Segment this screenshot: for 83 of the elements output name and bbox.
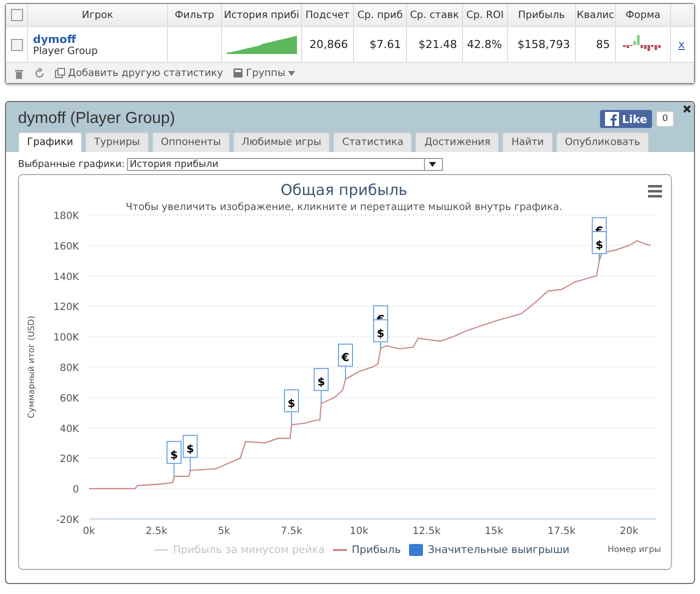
- facebook-icon: [605, 112, 619, 126]
- remove-link[interactable]: x: [678, 38, 685, 51]
- annotation: $: [170, 448, 178, 462]
- caret-icon: [428, 162, 436, 167]
- y-tick-label: 160K: [53, 241, 79, 252]
- annotation: $: [376, 326, 384, 340]
- tab[interactable]: Найти: [502, 132, 553, 152]
- legend-label: Прибыль: [352, 544, 401, 556]
- column-header[interactable]: Игрок: [28, 4, 168, 26]
- x-tick-label: 15k: [484, 526, 504, 537]
- column-header[interactable]: Прибыль: [508, 4, 576, 26]
- chart-subtitle: Чтобы увеличить изображение, кликните и перетащите мышкой внутрь графика.: [126, 202, 562, 213]
- x-axis-title: Номер игры: [608, 545, 662, 555]
- y-tick-label: 60K: [60, 393, 79, 404]
- add-stat-button[interactable]: Добавить другую статистику: [55, 68, 224, 78]
- tab[interactable]: Оппоненты: [152, 132, 230, 152]
- like-count: 0: [656, 111, 674, 127]
- table-cell: $21.48: [407, 27, 463, 62]
- close-icon[interactable]: [683, 105, 691, 113]
- caret-icon: [288, 70, 296, 76]
- line-swatch-icon: [154, 546, 168, 554]
- y-tick-label: 120K: [53, 302, 79, 314]
- legend-item[interactable]: Прибыль: [332, 544, 401, 556]
- table-cell: 85: [576, 27, 616, 62]
- line-swatch-icon: [332, 546, 347, 554]
- y-tick-label: 0: [72, 484, 79, 496]
- annotation: €: [340, 351, 350, 364]
- table-cell: 20,866: [302, 27, 354, 62]
- y-tick-label: 40K: [60, 424, 79, 435]
- trash-icon[interactable]: [14, 68, 24, 78]
- save-icon: [233, 68, 244, 78]
- annotation: $: [186, 442, 194, 456]
- annotation: $: [288, 396, 296, 410]
- column-header[interactable]: Ср. ставк: [407, 4, 463, 26]
- x-tick-label: 20k: [620, 526, 638, 537]
- x-tick-label: 7.5k: [280, 526, 302, 537]
- y-tick-label: 20K: [60, 454, 79, 466]
- player-link[interactable]: dymoff: [33, 32, 76, 46]
- player-group: Player Group: [33, 46, 98, 56]
- add-icon: [55, 68, 65, 78]
- column-header[interactable]: История прибі: [222, 4, 302, 26]
- chart-select-label: Выбранные графики:: [18, 159, 125, 170]
- annotation: $: [595, 238, 604, 252]
- square-swatch-icon: [408, 544, 423, 556]
- menu-icon[interactable]: [648, 185, 662, 198]
- groups-dropdown[interactable]: Группы: [233, 68, 296, 78]
- x-tick-label: 2.5k: [146, 526, 168, 537]
- table-cell: 42.8%: [463, 27, 508, 62]
- y-tick-label: 100K: [53, 332, 79, 344]
- annotation: $: [317, 375, 326, 388]
- x-tick-label: 12.5k: [412, 526, 441, 537]
- column-header[interactable]: Форма: [616, 4, 671, 26]
- chart-title: Общая прибыль: [280, 181, 408, 199]
- column-header[interactable]: Ср. приб: [354, 4, 407, 26]
- y-axis-title: Суммарный итог (USD): [27, 316, 37, 418]
- column-header[interactable]: Фильтр: [168, 4, 222, 26]
- column-header[interactable]: Квалис: [576, 4, 616, 26]
- tab[interactable]: Достижения: [415, 132, 500, 152]
- y-tick-label: -20K: [56, 515, 79, 526]
- refresh-icon[interactable]: [34, 68, 45, 78]
- tab[interactable]: Любимые игры: [232, 132, 330, 152]
- legend-item[interactable]: Значительные выигрыши: [408, 544, 570, 556]
- profit-sparkline: [226, 36, 296, 54]
- table-cell: $7.61: [354, 27, 407, 62]
- y-tick-label: 80K: [60, 363, 79, 374]
- tab[interactable]: Графики: [18, 132, 82, 152]
- x-tick-label: 5k: [218, 526, 230, 537]
- panel-title: dymoff (Player Group): [18, 110, 176, 128]
- column-header[interactable]: Ср. ROI: [463, 4, 508, 26]
- table-cell: $158,793: [508, 27, 576, 62]
- x-tick-label: 0k: [82, 526, 96, 537]
- tab[interactable]: Опубликовать: [556, 132, 650, 152]
- like-button[interactable]: Like: [600, 110, 652, 128]
- select-all-checkbox[interactable]: [10, 9, 22, 21]
- x-tick-label: 17.5k: [547, 526, 576, 537]
- chart-select[interactable]: История прибыли: [126, 158, 443, 171]
- x-tick-label: 10k: [350, 526, 368, 537]
- tab[interactable]: Статистика: [333, 132, 412, 152]
- tab[interactable]: Турниры: [85, 132, 149, 152]
- y-tick-label: 180K: [53, 211, 79, 222]
- y-tick-label: 140K: [53, 272, 79, 283]
- column-header[interactable]: Подсчет: [302, 4, 354, 26]
- row-checkbox[interactable]: [10, 38, 22, 50]
